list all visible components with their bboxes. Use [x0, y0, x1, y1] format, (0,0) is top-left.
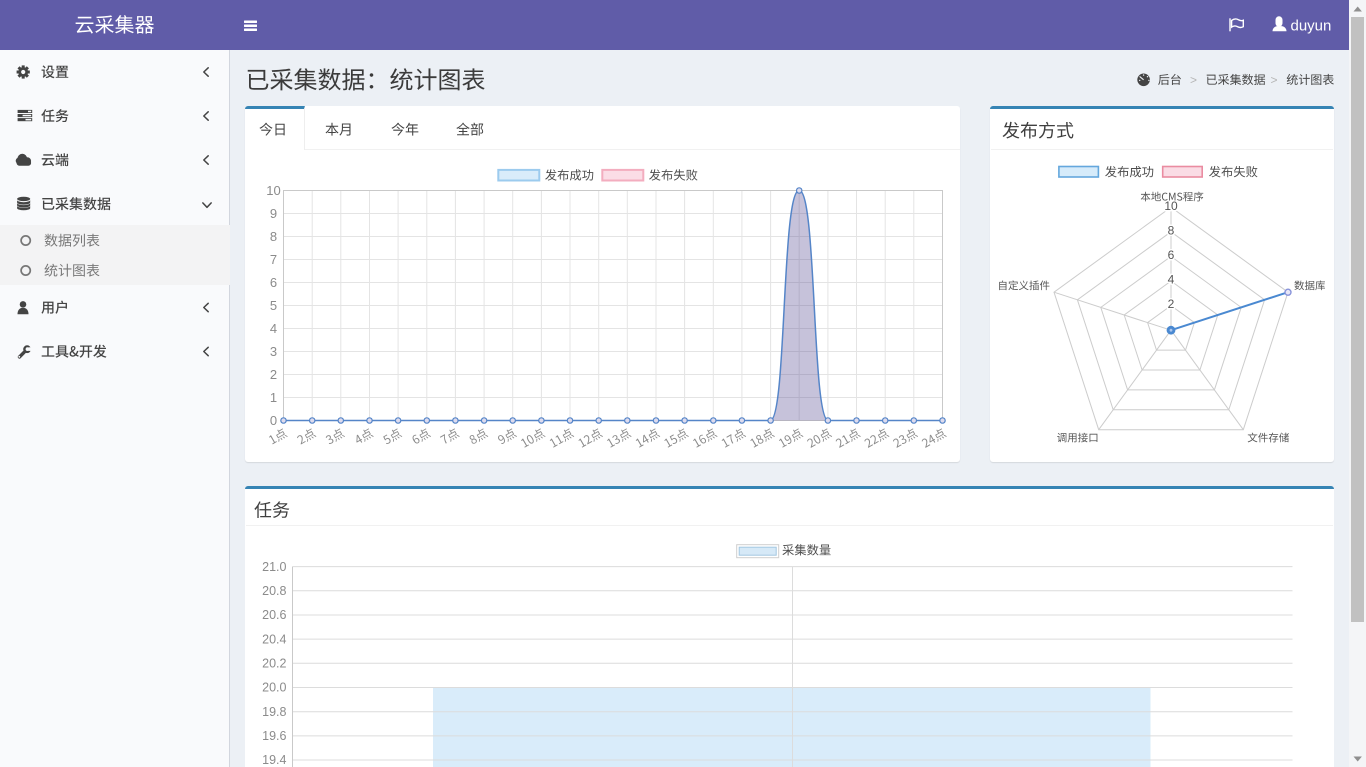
svg-text:8: 8	[1168, 223, 1175, 237]
svg-text:2: 2	[1168, 297, 1175, 311]
svg-text:duyun: duyun	[1291, 18, 1332, 35]
svg-text:20.2: 20.2	[262, 657, 286, 671]
svg-text:0: 0	[270, 413, 277, 428]
svg-text:>: >	[1271, 73, 1278, 87]
svg-text:>: >	[1190, 73, 1197, 87]
svg-text:20.4: 20.4	[262, 632, 286, 646]
svg-text:19.8: 19.8	[262, 705, 286, 719]
svg-text:4: 4	[1168, 273, 1175, 287]
svg-text:8: 8	[270, 229, 277, 244]
svg-text:21.0: 21.0	[262, 560, 286, 574]
svg-text:10: 10	[266, 183, 280, 198]
svg-text:1: 1	[270, 390, 277, 405]
svg-text:6: 6	[1168, 248, 1175, 262]
svg-text:9: 9	[270, 206, 277, 221]
svg-text:19.6: 19.6	[262, 729, 286, 743]
svg-text:20.6: 20.6	[262, 608, 286, 622]
svg-text:3: 3	[270, 344, 277, 359]
svg-text:4: 4	[270, 321, 277, 336]
svg-text:20.8: 20.8	[262, 584, 286, 598]
svg-text:19.4: 19.4	[262, 753, 286, 767]
svg-text:7: 7	[270, 252, 277, 267]
svg-text:6: 6	[270, 275, 277, 290]
svg-text:2: 2	[270, 367, 277, 382]
svg-text:5: 5	[270, 298, 277, 313]
svg-text:10: 10	[1164, 199, 1178, 213]
svg-text:20.0: 20.0	[262, 681, 286, 695]
